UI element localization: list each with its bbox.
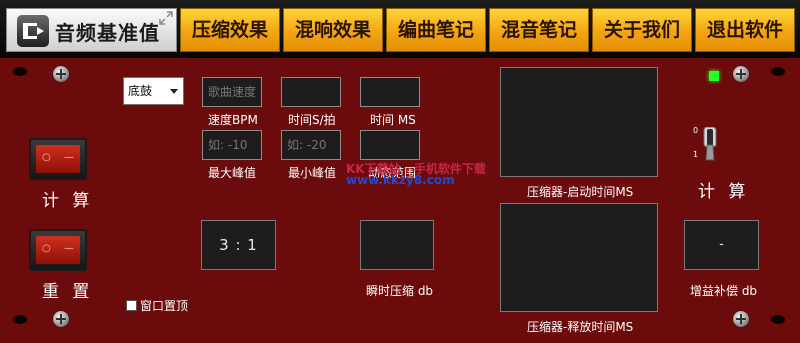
tab-mixing-notes[interactable]: 混音笔记 — [489, 8, 589, 52]
drum-select[interactable]: 底鼓 — [123, 77, 184, 105]
drum-select-value: 底鼓 — [128, 84, 153, 98]
screw-icon — [53, 311, 69, 327]
release-time-label: 压缩器-释放时间MS — [527, 320, 634, 334]
time-s-beat-field — [281, 77, 341, 107]
mount-hole — [771, 67, 785, 76]
calculate-switch[interactable]: ○ — — [29, 138, 87, 180]
mount-hole — [771, 315, 785, 324]
power-led-icon — [709, 71, 719, 81]
instant-compress-label: 瞬时压缩 db — [366, 284, 434, 298]
app-window: 音频基准值 压缩效果 混响效果 编曲笔记 混音笔记 关于我们 退出软件 ○ — … — [0, 0, 800, 343]
tab-about-us[interactable]: 关于我们 — [592, 8, 692, 52]
gain-label: 增益补偿 db — [690, 284, 758, 298]
mount-hole — [13, 315, 27, 324]
calculate-label: 计 算 — [42, 191, 94, 211]
reset-switch[interactable]: ○ — — [29, 229, 87, 271]
watermark: KK下载站 - 手机软件下载 www.kkzy8.com — [346, 160, 486, 190]
tab-exit[interactable]: 退出软件 — [695, 8, 795, 52]
logo-icon — [17, 15, 49, 47]
gain-display: - — [684, 220, 759, 270]
ratio-display: 3 : 1 — [201, 220, 276, 270]
time-ms-field — [360, 77, 420, 107]
app-title: 音频基准值 — [55, 21, 160, 45]
bpm-label: 速度BPM — [208, 113, 258, 127]
screw-icon — [53, 66, 69, 82]
time-s-beat-label: 时间S/拍 — [288, 113, 336, 127]
time-ms-label: 时间 MS — [370, 113, 416, 127]
app-title-box: 音频基准值 — [6, 8, 177, 52]
mount-hole — [13, 67, 27, 76]
resize-icon[interactable] — [159, 11, 173, 25]
chevron-down-icon — [170, 89, 178, 94]
switch-mark-off: 1 — [693, 150, 699, 159]
max-peak-input[interactable] — [202, 130, 262, 160]
min-peak-label: 最小峰值 — [288, 166, 337, 180]
toggle-switch[interactable] — [703, 127, 717, 161]
switch-mark-on: 0 — [693, 126, 699, 135]
bpm-input[interactable] — [202, 77, 262, 107]
screw-icon — [733, 66, 749, 82]
watermark-line2: www.kkzy8.com — [346, 173, 455, 187]
instant-compress-display — [360, 220, 434, 270]
max-peak-label: 最大峰值 — [208, 166, 257, 180]
screw-icon — [733, 311, 749, 327]
tab-reverb[interactable]: 混响效果 — [283, 8, 383, 52]
pin-window-label: 窗口置顶 — [140, 299, 189, 313]
top-bar: 音频基准值 压缩效果 混响效果 编曲笔记 混音笔记 关于我们 退出软件 — [0, 0, 800, 58]
min-peak-input[interactable] — [281, 130, 341, 160]
attack-time-display — [500, 67, 658, 177]
dynamic-range-field — [360, 130, 420, 160]
tab-arrangement-notes[interactable]: 编曲笔记 — [386, 8, 486, 52]
calculate-label-right: 计 算 — [698, 182, 750, 202]
pin-window-checkbox[interactable] — [126, 300, 137, 311]
tab-compression[interactable]: 压缩效果 — [180, 8, 280, 52]
attack-time-label: 压缩器-启动时间MS — [527, 185, 634, 199]
reset-label: 重 置 — [42, 282, 94, 302]
release-time-display — [500, 203, 658, 312]
